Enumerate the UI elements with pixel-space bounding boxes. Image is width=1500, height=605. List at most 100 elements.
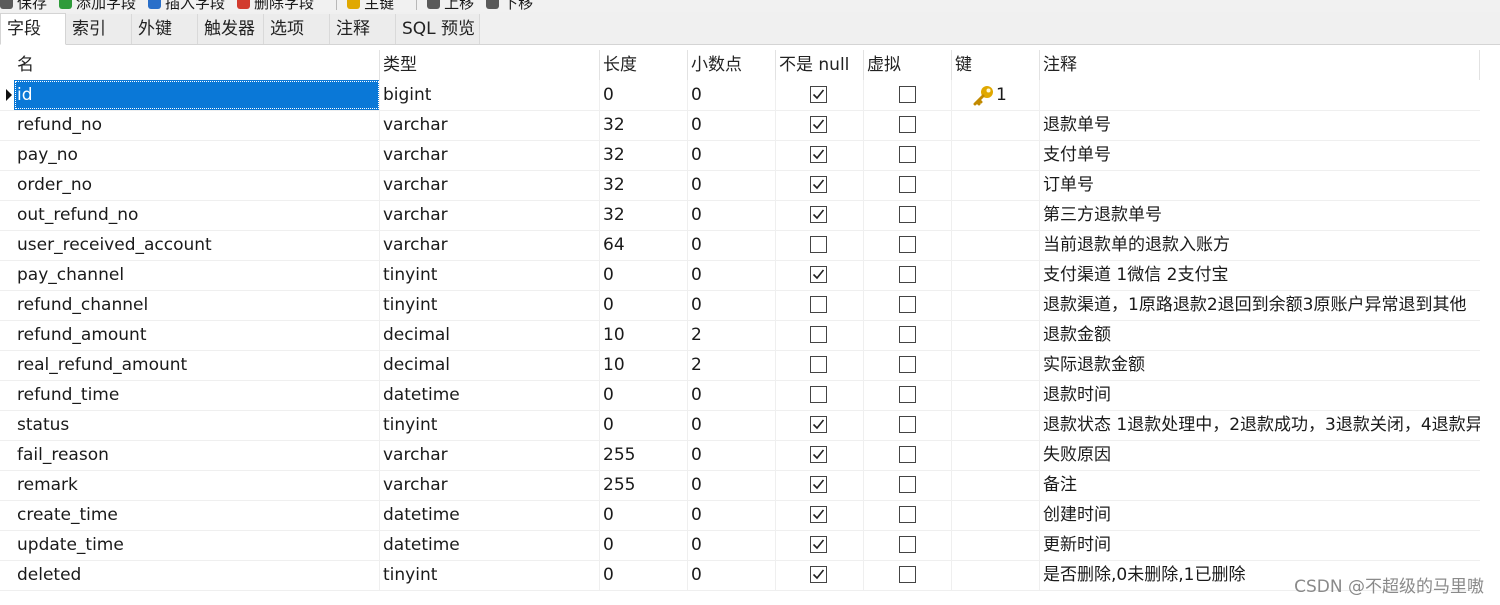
not-null-checkbox[interactable] [810, 206, 827, 223]
cell-type[interactable]: varchar [380, 470, 600, 500]
not-null-checkbox[interactable] [810, 236, 827, 253]
cell-decimals[interactable]: 0 [688, 200, 776, 230]
table-row[interactable]: update_time datetime 0 0 更新时间 [0, 530, 1480, 561]
cell-type[interactable]: tinyint [380, 290, 600, 320]
table-row[interactable]: real_refund_amount decimal 10 2 实际退款金额 [0, 350, 1480, 381]
column-header[interactable]: 类型 [380, 50, 600, 80]
virtual-checkbox[interactable] [899, 566, 916, 583]
cell-comment[interactable]: 退款单号 [1040, 110, 1480, 140]
virtual-checkbox[interactable] [899, 446, 916, 463]
cell-type[interactable]: tinyint [380, 410, 600, 440]
cell-type[interactable]: varchar [380, 110, 600, 140]
cell-key[interactable] [952, 170, 1040, 200]
cell-type[interactable]: varchar [380, 170, 600, 200]
cell-comment[interactable]: 支付单号 [1040, 140, 1480, 170]
virtual-checkbox[interactable] [899, 176, 916, 193]
table-row[interactable]: remark varchar 255 0 备注 [0, 470, 1480, 501]
cell-key[interactable] [952, 140, 1040, 170]
virtual-checkbox[interactable] [899, 326, 916, 343]
cell-key[interactable] [952, 560, 1040, 590]
virtual-checkbox[interactable] [899, 356, 916, 373]
tab-1[interactable]: 索引 [66, 14, 132, 44]
not-null-checkbox[interactable] [810, 356, 827, 373]
cell-comment[interactable] [1040, 80, 1480, 110]
table-row[interactable]: refund_amount decimal 10 2 退款金额 [0, 320, 1480, 351]
move-up-button[interactable]: 上移 [427, 0, 474, 12]
cell-key[interactable] [952, 200, 1040, 230]
cell-key[interactable] [952, 350, 1040, 380]
cell-decimals[interactable]: 0 [688, 380, 776, 410]
table-row[interactable]: create_time datetime 0 0 创建时间 [0, 500, 1480, 531]
cell-comment[interactable]: 更新时间 [1040, 530, 1480, 560]
not-null-checkbox[interactable] [810, 296, 827, 313]
cell-comment[interactable]: 备注 [1040, 470, 1480, 500]
cell-type[interactable]: bigint [380, 80, 600, 110]
cell-length[interactable]: 0 [600, 560, 688, 590]
tab-3[interactable]: 触发器 [198, 14, 264, 44]
cell-decimals[interactable]: 0 [688, 140, 776, 170]
cell-name[interactable]: fail_reason [14, 440, 380, 470]
virtual-checkbox[interactable] [899, 206, 916, 223]
cell-comment[interactable]: 当前退款单的退款入账方 [1040, 230, 1480, 260]
cell-decimals[interactable]: 0 [688, 170, 776, 200]
column-header[interactable]: 注释 [1040, 50, 1480, 80]
cell-length[interactable]: 0 [600, 500, 688, 530]
cell-decimals[interactable]: 0 [688, 530, 776, 560]
cell-comment[interactable]: 退款状态 1退款处理中，2退款成功，3退款关闭，4退款异常 [1040, 410, 1480, 440]
cell-type[interactable]: varchar [380, 230, 600, 260]
virtual-checkbox[interactable] [899, 116, 916, 133]
cell-decimals[interactable]: 0 [688, 560, 776, 590]
cell-name[interactable]: update_time [14, 530, 380, 560]
virtual-checkbox[interactable] [899, 86, 916, 103]
cell-decimals[interactable]: 0 [688, 500, 776, 530]
cell-key[interactable] [952, 260, 1040, 290]
table-row[interactable]: order_no varchar 32 0 订单号 [0, 170, 1480, 201]
cell-length[interactable]: 32 [600, 170, 688, 200]
save-button[interactable]: 保存 [0, 0, 47, 12]
cell-length[interactable]: 255 [600, 470, 688, 500]
cell-name[interactable]: user_received_account [14, 230, 380, 260]
not-null-checkbox[interactable] [810, 266, 827, 283]
cell-length[interactable]: 0 [600, 260, 688, 290]
tab-4[interactable]: 选项 [264, 14, 330, 44]
column-header[interactable]: 长度 [600, 50, 688, 80]
column-header[interactable]: 名 [14, 50, 380, 80]
cell-length[interactable]: 64 [600, 230, 688, 260]
virtual-checkbox[interactable] [899, 236, 916, 253]
tab-5[interactable]: 注释 [330, 14, 396, 44]
move-down-button[interactable]: 下移 [486, 0, 533, 12]
cell-type[interactable]: datetime [380, 380, 600, 410]
cell-length[interactable]: 0 [600, 530, 688, 560]
cell-length[interactable]: 0 [600, 380, 688, 410]
table-row[interactable]: fail_reason varchar 255 0 失败原因 [0, 440, 1480, 471]
cell-length[interactable]: 10 [600, 350, 688, 380]
cell-key[interactable] [952, 380, 1040, 410]
cell-comment[interactable]: 订单号 [1040, 170, 1480, 200]
cell-name[interactable]: deleted [14, 560, 380, 590]
table-row[interactable]: refund_no varchar 32 0 退款单号 [0, 110, 1480, 141]
cell-type[interactable]: tinyint [380, 260, 600, 290]
column-header[interactable]: 虚拟 [864, 50, 952, 80]
cell-comment[interactable]: 第三方退款单号 [1040, 200, 1480, 230]
cell-length[interactable]: 32 [600, 200, 688, 230]
virtual-checkbox[interactable] [899, 386, 916, 403]
tab-6[interactable]: SQL 预览 [396, 14, 480, 44]
cell-name[interactable]: pay_no [14, 140, 380, 170]
cell-name[interactable]: order_no [14, 170, 380, 200]
not-null-checkbox[interactable] [810, 176, 827, 193]
cell-key[interactable] [952, 530, 1040, 560]
not-null-checkbox[interactable] [810, 116, 827, 133]
cell-name[interactable]: refund_no [14, 110, 380, 140]
column-header[interactable]: 键 [952, 50, 1040, 80]
virtual-checkbox[interactable] [899, 296, 916, 313]
cell-key[interactable] [952, 320, 1040, 350]
not-null-checkbox[interactable] [810, 86, 827, 103]
cell-comment[interactable]: 实际退款金额 [1040, 350, 1480, 380]
table-row[interactable]: pay_channel tinyint 0 0 支付渠道 1微信 2支付宝 [0, 260, 1480, 291]
insert-field-button[interactable]: 插入字段 [148, 0, 225, 12]
cell-decimals[interactable]: 2 [688, 350, 776, 380]
cell-type[interactable]: decimal [380, 320, 600, 350]
cell-length[interactable]: 0 [600, 290, 688, 320]
cell-length[interactable]: 10 [600, 320, 688, 350]
not-null-checkbox[interactable] [810, 476, 827, 493]
